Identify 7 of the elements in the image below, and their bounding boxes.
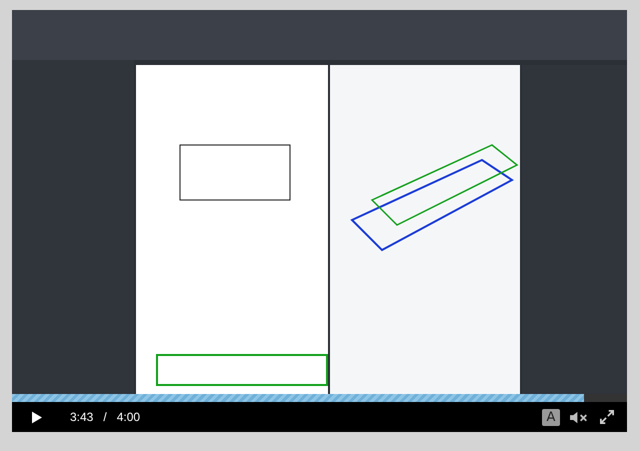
fullscreen-icon[interactable]: [600, 410, 614, 424]
play-icon[interactable]: [32, 410, 42, 424]
volume-icon[interactable]: [570, 410, 588, 424]
captions-button[interactable]: A: [542, 408, 560, 426]
duration: 4:00: [116, 410, 140, 424]
time-separator: /: [103, 410, 107, 424]
current-time: 3:43: [70, 410, 94, 424]
